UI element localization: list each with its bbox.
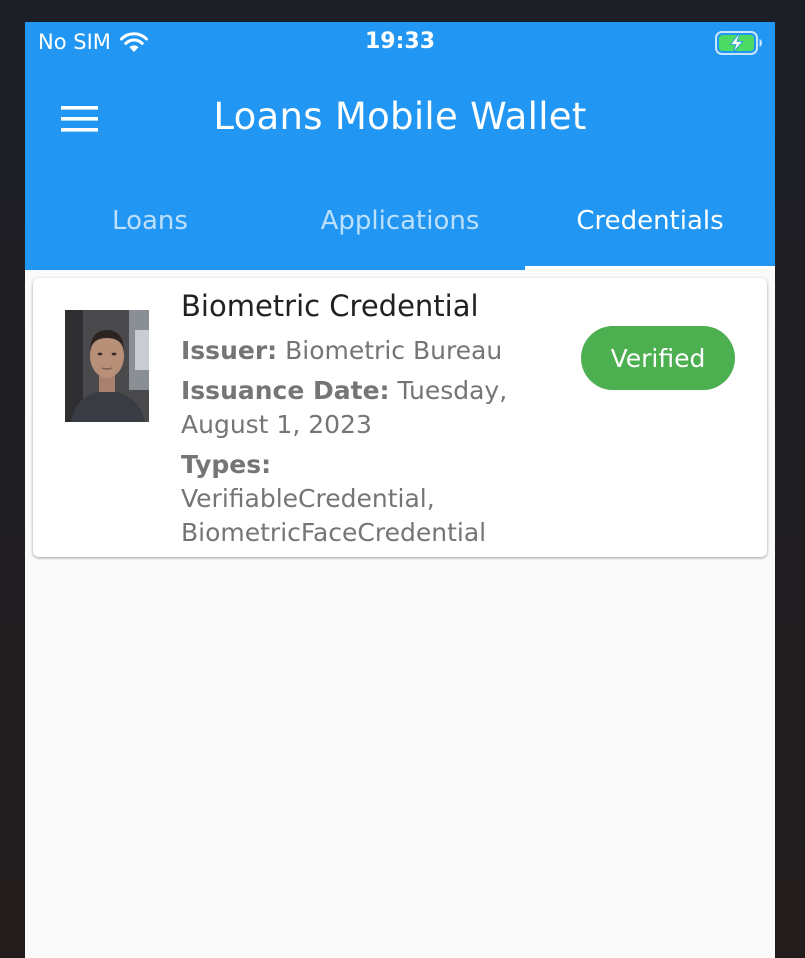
issuer-value: Biometric Bureau [285,336,503,365]
battery-charging-icon [715,31,763,59]
tab-applications[interactable]: Applications [275,174,525,270]
tab-loans[interactable]: Loans [25,174,275,270]
type-verifiable-credential: VerifiableCredential, [181,484,435,513]
credential-photo [65,310,149,422]
tab-bar: Loans Applications Credentials [25,174,775,270]
issuer-label: Issuer: [181,336,278,365]
status-bar: No SIM 19:33 [25,22,775,66]
app-screen: No SIM 19:33 Loans Mobile Wallet Loans A… [25,22,775,958]
verified-status-badge[interactable]: Verified [581,326,735,390]
credential-title: Biometric Credential [181,289,479,323]
types-row: Types: VerifiableCredential, BiometricFa… [181,448,571,550]
issuer-row: Issuer: Biometric Bureau [181,334,571,368]
issuance-date-label: Issuance Date: [181,376,390,405]
types-label: Types: [181,450,272,479]
toolbar: Loans Mobile Wallet [25,66,775,174]
tab-credentials[interactable]: Credentials [525,174,775,270]
status-time: 19:33 [364,29,436,54]
type-biometric-face-credential: BiometricFaceCredential [181,518,487,547]
app-bar: No SIM 19:33 Loans Mobile Wallet Loans A… [25,22,775,270]
credential-details: Biometric Credential Issuer: Biometric B… [181,288,571,550]
credential-card[interactable]: Biometric Credential Issuer: Biometric B… [33,278,767,557]
app-title: Loans Mobile Wallet [213,95,587,138]
issuance-date-row: Issuance Date: Tuesday, August 1, 2023 [181,374,571,442]
